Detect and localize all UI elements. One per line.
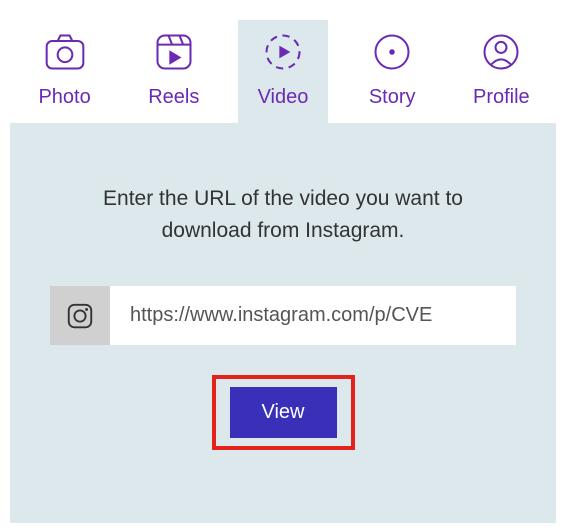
tab-label: Story (369, 86, 416, 109)
highlight-box: View (212, 375, 355, 450)
tab-label: Photo (38, 86, 90, 109)
tab-bar: Photo Reels Video (0, 0, 566, 123)
main-panel: Enter the URL of the video you want to d… (10, 123, 556, 523)
tab-profile[interactable]: Profile (456, 20, 546, 123)
url-input[interactable] (110, 286, 516, 345)
tab-story[interactable]: Story (347, 20, 437, 123)
tab-label: Reels (148, 86, 199, 109)
camera-icon (43, 30, 87, 74)
instruction-text: Enter the URL of the video you want to d… (50, 183, 516, 246)
view-button[interactable]: View (230, 387, 337, 438)
story-plus-icon (370, 30, 414, 74)
tab-photo[interactable]: Photo (20, 20, 110, 123)
video-dashed-play-icon (261, 30, 305, 74)
tab-video[interactable]: Video (238, 20, 328, 123)
reels-icon (152, 30, 196, 74)
tab-reels[interactable]: Reels (129, 20, 219, 123)
view-button-row: View (50, 375, 516, 450)
tab-label: Video (258, 86, 309, 109)
tab-label: Profile (473, 86, 530, 109)
url-input-row (50, 286, 516, 345)
profile-icon (479, 30, 523, 74)
instagram-icon (50, 286, 110, 345)
